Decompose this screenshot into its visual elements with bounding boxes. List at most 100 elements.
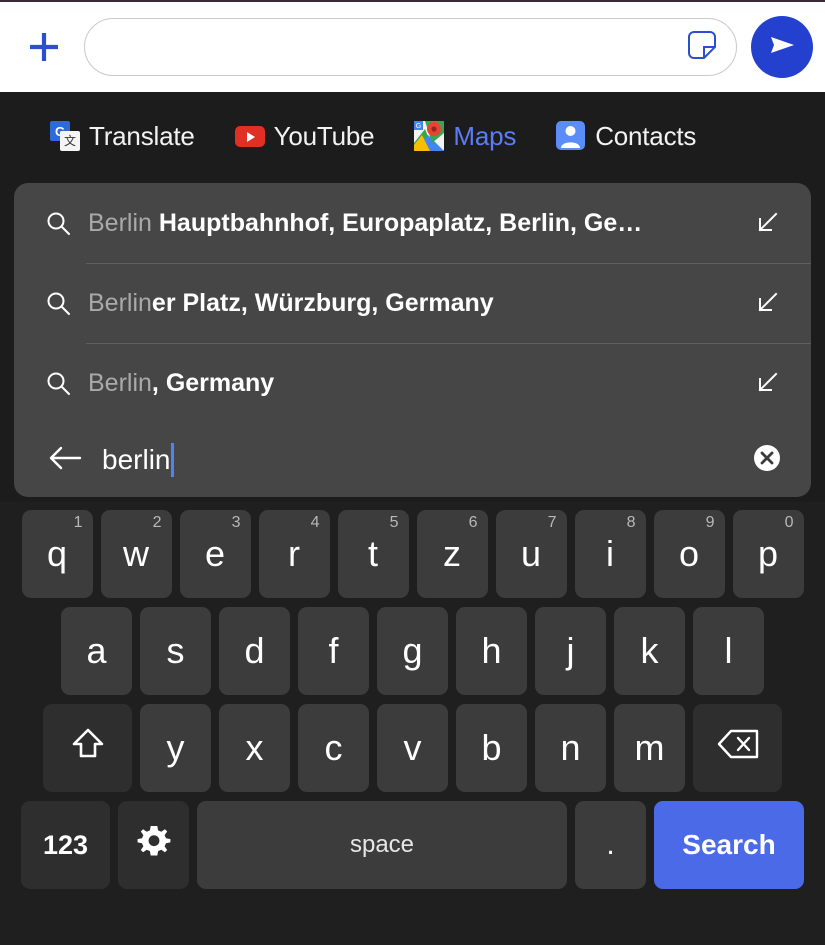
key-s[interactable]: s bbox=[140, 607, 211, 695]
app-shortcut-maps[interactable]: G Maps bbox=[414, 121, 516, 152]
key-v[interactable]: v bbox=[377, 704, 448, 792]
suggestion-text: Berlin, Germany bbox=[88, 371, 747, 396]
key-b[interactable]: b bbox=[456, 704, 527, 792]
key-alt-label: 0 bbox=[784, 514, 794, 531]
key-label: l bbox=[724, 630, 733, 671]
key-label: a bbox=[86, 630, 107, 671]
message-input[interactable] bbox=[107, 33, 682, 61]
app-shortcut-youtube[interactable]: YouTube bbox=[234, 120, 375, 152]
key-alt-label: 1 bbox=[73, 514, 83, 531]
clear-search-button[interactable] bbox=[747, 443, 787, 478]
key-q[interactable]: 1q bbox=[21, 510, 93, 598]
arrow-down-left-icon[interactable] bbox=[747, 290, 787, 316]
key-label: b bbox=[481, 727, 502, 768]
suggestion-remainder: , Germany bbox=[151, 370, 275, 396]
search-input-value: berlin bbox=[102, 444, 171, 475]
key-label: y bbox=[166, 727, 185, 768]
arrow-down-left-icon[interactable] bbox=[747, 210, 787, 236]
key-h[interactable]: h bbox=[456, 607, 527, 695]
sticker-button[interactable] bbox=[682, 27, 722, 67]
key-c[interactable]: c bbox=[298, 704, 369, 792]
key-label: w bbox=[123, 533, 149, 574]
key-i[interactable]: 8i bbox=[574, 510, 646, 598]
back-arrow-icon bbox=[48, 444, 82, 477]
search-enter-key[interactable]: Search bbox=[654, 801, 804, 889]
key-label: f bbox=[328, 630, 339, 671]
keyboard-row-1: 1q 2w 3e 4r 5t 6z 7u 8i 9o 0p bbox=[6, 510, 819, 598]
key-d[interactable]: d bbox=[219, 607, 290, 695]
backspace-key[interactable] bbox=[693, 704, 782, 792]
app-shortcut-strip: G 文 Translate YouTube bbox=[0, 92, 825, 180]
back-button[interactable] bbox=[48, 444, 94, 477]
google-maps-icon: G bbox=[414, 121, 445, 151]
key-n[interactable]: n bbox=[535, 704, 606, 792]
sticker-icon bbox=[686, 29, 718, 66]
key-j[interactable]: j bbox=[535, 607, 606, 695]
send-button[interactable] bbox=[751, 16, 813, 78]
key-z[interactable]: 6z bbox=[416, 510, 488, 598]
suggestion-item[interactable]: Berlin, Germany bbox=[14, 343, 811, 423]
key-g[interactable]: g bbox=[377, 607, 448, 695]
search-input[interactable]: berlin bbox=[94, 443, 747, 477]
suggestion-matched-prefix: Berlin bbox=[88, 210, 159, 236]
key-l[interactable]: l bbox=[693, 607, 764, 695]
add-attachment-button[interactable] bbox=[16, 19, 72, 75]
keyboard-settings-key[interactable] bbox=[118, 801, 189, 889]
suggestion-item[interactable]: Berlin Hauptbahnhof, Europaplatz, Berlin… bbox=[14, 183, 811, 263]
app-shortcut-translate[interactable]: G 文 Translate bbox=[50, 121, 195, 152]
compose-bar bbox=[0, 0, 825, 92]
keyboard-row-3: y x c v b n m bbox=[6, 704, 819, 792]
arrow-down-left-icon[interactable] bbox=[747, 370, 787, 396]
numeric-mode-key[interactable]: 123 bbox=[21, 801, 110, 889]
suggestion-text: Berlin Hauptbahnhof, Europaplatz, Berlin… bbox=[88, 211, 747, 236]
key-label: e bbox=[204, 533, 226, 574]
key-k[interactable]: k bbox=[614, 607, 685, 695]
key-x[interactable]: x bbox=[219, 704, 290, 792]
app-shortcut-contacts[interactable]: Contacts bbox=[556, 121, 696, 152]
svg-text:G: G bbox=[416, 123, 421, 130]
period-key[interactable]: . bbox=[575, 801, 646, 889]
search-icon bbox=[44, 369, 88, 397]
key-alt-label: 6 bbox=[468, 514, 478, 531]
suggestion-matched-prefix: Berlin bbox=[88, 370, 152, 396]
on-screen-keyboard: 1q 2w 3e 4r 5t 6z 7u 8i 9o 0p a s d f g … bbox=[0, 502, 825, 945]
key-o[interactable]: 9o bbox=[653, 510, 725, 598]
key-r[interactable]: 4r bbox=[258, 510, 330, 598]
plus-icon bbox=[24, 27, 64, 67]
suggestion-remainder: er Platz, Würzburg, Germany bbox=[151, 290, 494, 316]
key-label: m bbox=[634, 727, 665, 768]
suggestion-item[interactable]: Berliner Platz, Würzburg, Germany bbox=[14, 263, 811, 343]
key-y[interactable]: y bbox=[140, 704, 211, 792]
key-label: c bbox=[324, 727, 343, 768]
key-label: u bbox=[520, 533, 542, 574]
key-label: h bbox=[481, 630, 502, 671]
key-label: p bbox=[757, 533, 779, 574]
key-label: . bbox=[606, 828, 615, 861]
key-label: i bbox=[606, 533, 614, 574]
shift-key[interactable] bbox=[43, 704, 132, 792]
key-t[interactable]: 5t bbox=[337, 510, 409, 598]
key-label: n bbox=[560, 727, 581, 768]
key-u[interactable]: 7u bbox=[495, 510, 567, 598]
keyboard-row-4: 123 space . Search bbox=[6, 801, 819, 889]
key-label: v bbox=[403, 727, 422, 768]
app-shortcut-label: Contacts bbox=[595, 120, 697, 151]
key-e[interactable]: 3e bbox=[179, 510, 251, 598]
suggestion-matched-prefix: Berlin bbox=[88, 290, 152, 316]
key-f[interactable]: f bbox=[298, 607, 369, 695]
app-shortcut-label: YouTube bbox=[273, 120, 375, 151]
key-p[interactable]: 0p bbox=[732, 510, 804, 598]
key-w[interactable]: 2w bbox=[100, 510, 172, 598]
key-a[interactable]: a bbox=[61, 607, 132, 695]
search-bar: berlin bbox=[14, 423, 811, 497]
contacts-icon bbox=[556, 121, 586, 151]
message-input-field[interactable] bbox=[84, 18, 737, 76]
key-label: g bbox=[402, 630, 423, 671]
suggestion-text: Berliner Platz, Würzburg, Germany bbox=[88, 291, 747, 316]
key-label: j bbox=[566, 630, 575, 671]
google-translate-icon: G 文 bbox=[50, 121, 80, 151]
key-label: q bbox=[46, 533, 68, 574]
key-label: 123 bbox=[42, 829, 89, 860]
key-m[interactable]: m bbox=[614, 704, 685, 792]
space-key[interactable]: space bbox=[197, 801, 567, 889]
